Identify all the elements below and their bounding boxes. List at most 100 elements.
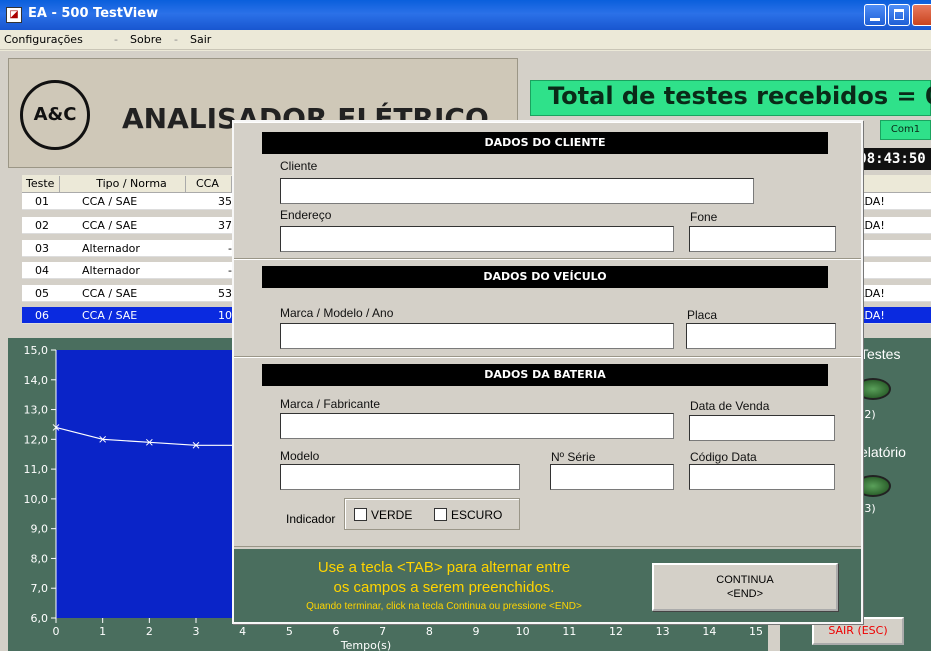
maximize-button[interactable] <box>888 4 910 26</box>
indicador-label: Indicador <box>286 512 336 526</box>
x-tick-label: 15 <box>749 625 763 638</box>
close-button[interactable] <box>912 4 931 26</box>
cell-tipo: CCA / SAE <box>82 219 138 232</box>
serie-label: Nº Série <box>551 450 596 464</box>
menu-separator: - <box>114 33 118 46</box>
column-header-tipo[interactable]: Tipo / Norma <box>74 176 186 192</box>
testes-label: Testes <box>860 346 901 362</box>
cell-cca: 10 <box>218 309 232 322</box>
x-tick-label: 10 <box>516 625 530 638</box>
instructions-line-2: os campos a serem preenchidos. <box>333 579 555 596</box>
fone-label: Fone <box>690 210 718 224</box>
x-tick-label: 1 <box>99 625 106 638</box>
cell-tipo: CCA / SAE <box>82 195 138 208</box>
cell-cca: 53 <box>218 287 232 300</box>
x-tick-label: 7 <box>379 625 386 638</box>
column-header-cca[interactable]: CCA <box>192 176 232 192</box>
cliente-label: Cliente <box>280 159 318 173</box>
x-tick-label: 2 <box>146 625 153 638</box>
serie-field[interactable] <box>550 464 674 490</box>
y-tick-label: 8,0 <box>31 552 49 565</box>
modelo-label: Modelo <box>280 449 320 463</box>
x-tick-label: 3 <box>193 625 200 638</box>
instructions-line-1: Use a tecla <TAB> para alternar entre <box>317 559 571 576</box>
cell-teste: 01 <box>35 195 49 208</box>
x-tick-label: 0 <box>53 625 60 638</box>
dialog-footer: Use a tecla <TAB> para alternar entre os… <box>234 549 861 622</box>
y-tick-label: 7,0 <box>31 582 49 595</box>
y-tick-label: 14,0 <box>24 374 49 387</box>
codigo-data-field[interactable] <box>689 464 835 490</box>
marca-modelo-label: Marca / Modelo / Ano <box>280 306 394 320</box>
x-tick-label: 13 <box>656 625 670 638</box>
minimize-icon <box>870 18 880 21</box>
y-tick-label: 15,0 <box>24 344 49 357</box>
cell-teste: 05 <box>35 287 49 300</box>
cell-teste: 04 <box>35 264 49 277</box>
clock-display: 08:43:50 <box>853 148 931 170</box>
cell-teste: 06 <box>35 309 49 322</box>
verde-checkbox[interactable] <box>354 508 367 521</box>
placa-label: Placa <box>687 308 718 322</box>
placa-field[interactable] <box>686 323 836 349</box>
y-tick-label: 11,0 <box>24 463 49 476</box>
codigo-data-label: Código Data <box>690 450 757 464</box>
cell-cca: 37 <box>218 219 232 232</box>
continue-button-label: CONTINUA <box>716 574 774 586</box>
menu-item-sair[interactable]: Sair <box>190 33 211 46</box>
relatorio-label: elatório <box>860 444 906 460</box>
x-tick-label: 9 <box>473 625 480 638</box>
y-tick-label: 13,0 <box>24 404 49 417</box>
section-header-cliente: DADOS DO CLIENTE <box>262 132 828 154</box>
cell-tipo: CCA / SAE <box>82 287 138 300</box>
data-venda-field[interactable] <box>689 415 835 441</box>
cell-tipo: Alternador <box>82 264 140 277</box>
escuro-checkbox[interactable] <box>434 508 447 521</box>
cell-teste: 03 <box>35 242 49 255</box>
window-title: EA - 500 TestView <box>28 6 159 21</box>
fone-field[interactable] <box>689 226 836 252</box>
y-tick-label: 6,0 <box>31 612 49 625</box>
continue-button[interactable]: CONTINUA <END> <box>652 563 838 611</box>
cliente-field[interactable] <box>280 178 754 204</box>
x-tick-label: 14 <box>702 625 716 638</box>
x-tick-label: 6 <box>333 625 340 638</box>
menu-item-sobre[interactable]: Sobre <box>130 33 162 46</box>
window-title-bar[interactable]: ◪ EA - 500 TestView <box>0 0 931 30</box>
fabricante-label: Marca / Fabricante <box>280 397 381 411</box>
data-venda-label: Data de Venda <box>690 399 770 413</box>
cell-teste: 02 <box>35 219 49 232</box>
endereco-field[interactable] <box>280 226 674 252</box>
continue-button-key: <END> <box>726 588 764 600</box>
section-header-bateria: DADOS DA BATERIA <box>262 364 828 386</box>
fabricante-field[interactable] <box>280 413 674 439</box>
cell-tipo: Alternador <box>82 242 140 255</box>
company-logo: A&C <box>20 80 90 150</box>
x-tick-label: 5 <box>286 625 293 638</box>
cell-cca: 35 <box>218 195 232 208</box>
x-axis-label: Tempo(s) <box>340 639 391 651</box>
escuro-label: ESCURO <box>451 508 503 522</box>
x-tick-label: 11 <box>562 625 576 638</box>
instructions-line-3: Quando terminar, click na tecla Continua… <box>306 601 582 612</box>
y-tick-label: 10,0 <box>24 493 49 506</box>
endereco-label: Endereço <box>280 208 332 222</box>
menu-separator: - <box>174 33 178 46</box>
customer-data-dialog: DADOS DO CLIENTE Cliente Endereço Fone D… <box>232 120 863 624</box>
verde-label: VERDE <box>371 508 413 522</box>
x-tick-label: 12 <box>609 625 623 638</box>
section-header-veiculo: DADOS DO VEÍCULO <box>262 266 828 288</box>
marca-modelo-field[interactable] <box>280 323 674 349</box>
maximize-icon <box>894 9 904 20</box>
total-tests-label: Total de testes recebidos = 06 <box>548 82 931 110</box>
cell-tipo: CCA / SAE <box>82 309 138 322</box>
app-icon[interactable]: ◪ <box>6 7 22 23</box>
modelo-field[interactable] <box>280 464 520 490</box>
minimize-button[interactable] <box>864 4 886 26</box>
y-tick-label: 12,0 <box>24 433 49 446</box>
x-tick-label: 4 <box>239 625 246 638</box>
menu-item-configuracoes[interactable]: Configurações <box>4 33 83 46</box>
column-header-teste[interactable]: Teste <box>22 176 60 192</box>
menu-bar: Configurações - Sobre - Sair <box>0 30 931 50</box>
y-tick-label: 9,0 <box>31 523 49 536</box>
